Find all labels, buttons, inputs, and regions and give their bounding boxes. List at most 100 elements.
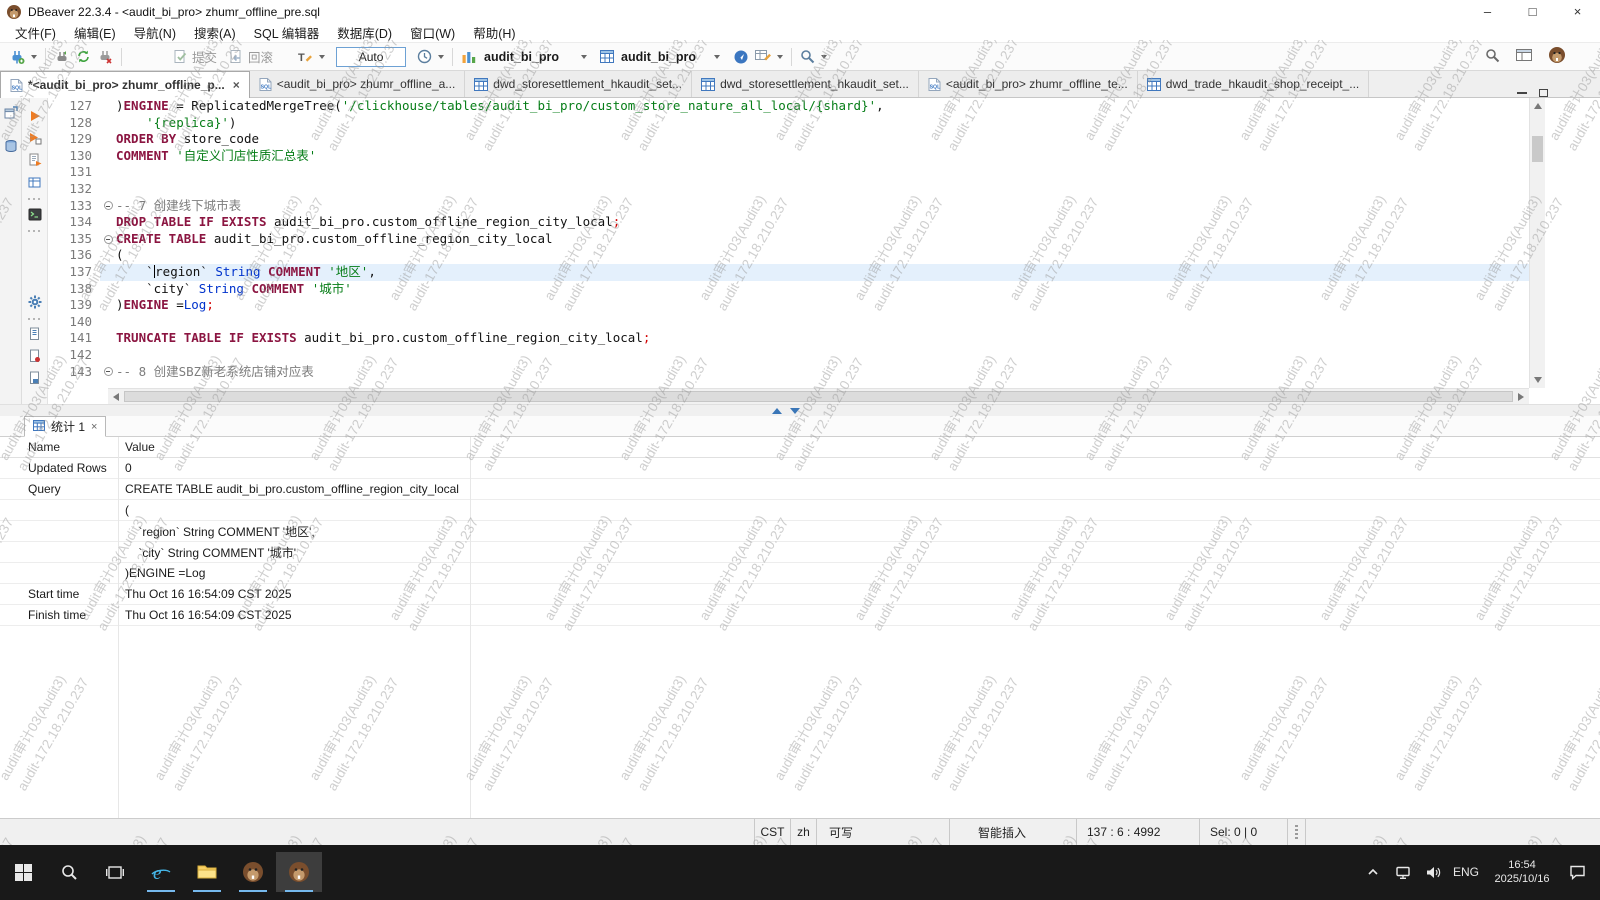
execute-script-button[interactable] — [25, 150, 45, 170]
status-insert-mode[interactable]: 智能插入 — [949, 819, 1076, 845]
edit-object-button[interactable] — [755, 46, 771, 68]
dbeaver-taskbar-icon-active[interactable] — [276, 852, 322, 892]
explain-plan-button[interactable] — [25, 172, 45, 192]
stats-row[interactable]: QueryCREATE TABLE audit_bi_pro.custom_of… — [0, 479, 1600, 500]
statistics-tab[interactable]: 统计 1 × — [24, 416, 106, 437]
search-icon[interactable] — [1485, 48, 1500, 66]
execute-statement-new-tab-button[interactable] — [25, 128, 45, 148]
scroll-right-icon[interactable] — [1518, 393, 1524, 401]
sql-format-dropdown-icon[interactable] — [319, 55, 325, 59]
file-explorer-icon[interactable] — [184, 852, 230, 892]
schema-select-dropdown-icon[interactable] — [714, 55, 720, 59]
editor-tab-3[interactable]: dwd_storesettlement_hkaudit_set... — [465, 71, 692, 97]
taskbar-search-icon[interactable] — [46, 852, 92, 892]
fold-collapse-icon[interactable] — [100, 198, 116, 215]
menu-item[interactable]: SQL 编辑器 — [245, 22, 329, 43]
editor-tab-2[interactable]: SQL<audit_bi_pro> zhumr_offline_a... — [250, 71, 466, 97]
code-line-127[interactable]: 127)ENGINE = ReplicatedMergeTree('/click… — [48, 98, 1529, 115]
scroll-down-icon[interactable] — [1534, 377, 1542, 383]
fold-collapse-icon[interactable] — [100, 231, 116, 248]
close-button[interactable]: × — [1555, 0, 1600, 23]
stats-row[interactable]: `region` String COMMENT '地区', — [0, 521, 1600, 542]
menu-item[interactable]: 导航(N) — [125, 22, 185, 43]
dbeaver-profile-icon[interactable] — [1548, 46, 1566, 67]
horizontal-scrollbar-thumb[interactable] — [124, 391, 1513, 402]
stats-row[interactable]: Updated Rows0 — [0, 458, 1600, 479]
code-line-132[interactable]: 132 — [48, 181, 1529, 198]
stats-row[interactable]: Finish timeThu Oct 16 16:54:09 CST 2025 — [0, 605, 1600, 626]
hidden-icons-chevron[interactable] — [1358, 852, 1388, 892]
internet-explorer-icon[interactable]: e — [138, 852, 184, 892]
menu-item[interactable]: 文件(F) — [6, 22, 65, 43]
database-select-dropdown-icon[interactable] — [581, 55, 587, 59]
schema-select[interactable]: audit_bi_pro — [621, 50, 696, 64]
code-line-128[interactable]: 128 '{replica}') — [48, 115, 1529, 132]
scroll-up-icon[interactable] — [1534, 103, 1542, 109]
refresh-button[interactable] — [76, 46, 91, 68]
commit-button[interactable]: 提交 — [173, 47, 217, 66]
menu-item[interactable]: 帮助(H) — [464, 22, 524, 43]
minimize-editor-icon[interactable] — [1517, 92, 1527, 94]
edit-object-dropdown-icon[interactable] — [777, 55, 783, 59]
editor-code-area[interactable]: 127)ENGINE = ReplicatedMergeTree('/click… — [48, 98, 1529, 388]
sash-collapse-up-icon[interactable] — [772, 408, 782, 414]
maximize-button[interactable]: □ — [1510, 0, 1555, 23]
search-objects-button[interactable] — [800, 46, 815, 68]
execute-statement-button[interactable] — [25, 106, 45, 126]
transaction-mode-select[interactable]: Auto — [336, 47, 406, 67]
disconnect-button[interactable] — [97, 46, 113, 68]
task-view-icon[interactable] — [92, 852, 138, 892]
code-line-130[interactable]: 130COMMENT '自定义门店性质汇总表' — [48, 148, 1529, 165]
stats-row[interactable]: Start timeThu Oct 16 16:54:09 CST 2025 — [0, 584, 1600, 605]
editor-tab-4[interactable]: dwd_storesettlement_hkaudit_set... — [692, 71, 919, 97]
stats-row[interactable]: ( — [0, 500, 1600, 521]
code-line-131[interactable]: 131 — [48, 164, 1529, 181]
code-line-141[interactable]: 141TRUNCATE TABLE IF EXISTS audit_bi_pro… — [48, 330, 1529, 347]
sql-terminal-button[interactable] — [25, 204, 45, 224]
status-caret-position[interactable]: 137 : 6 : 4992 — [1076, 819, 1199, 845]
code-line-136[interactable]: 136( — [48, 247, 1529, 264]
code-line-142[interactable]: 142 — [48, 347, 1529, 364]
transaction-log-button[interactable] — [417, 46, 432, 68]
vertical-scrollbar[interactable] — [1529, 98, 1545, 388]
code-line-134[interactable]: 134DROP TABLE IF EXISTS audit_bi_pro.cus… — [48, 214, 1529, 231]
new-connection-button[interactable] — [9, 46, 25, 68]
code-line-140[interactable]: 140 — [48, 314, 1529, 331]
status-timezone[interactable]: CST — [754, 819, 790, 845]
status-selection[interactable]: Sel: 0 | 0 — [1199, 819, 1287, 845]
restore-view-icon[interactable] — [4, 106, 18, 125]
sql-format-button[interactable]: T — [297, 46, 313, 68]
status-writable[interactable]: 可写 — [816, 819, 949, 845]
input-language-indicator[interactable]: ENG — [1448, 852, 1484, 892]
scroll-left-icon[interactable] — [113, 393, 119, 401]
statistics-tab-close-icon[interactable]: × — [91, 421, 97, 433]
menu-item[interactable]: 搜索(A) — [185, 22, 245, 43]
stats-row[interactable]: `city` String COMMENT '城市' — [0, 542, 1600, 563]
navigator-locate-button[interactable] — [733, 46, 749, 68]
action-center-icon[interactable] — [1560, 852, 1594, 892]
editor-tab-6[interactable]: dwd_trade_hkaudit_shop_receipt_... — [1138, 71, 1369, 97]
code-line-129[interactable]: 129ORDER BY store_code — [48, 131, 1529, 148]
maximize-editor-icon[interactable] — [1539, 89, 1548, 97]
editor-tab-5[interactable]: SQL<audit_bi_pro> zhumr_offline_te... — [919, 71, 1138, 97]
dbeaver-taskbar-icon[interactable] — [230, 852, 276, 892]
settings-gear-icon[interactable] — [25, 292, 45, 312]
tab-close-icon[interactable]: × — [233, 78, 240, 92]
open-script-button[interactable] — [25, 324, 45, 344]
status-grip[interactable] — [1287, 819, 1305, 845]
start-button[interactable] — [0, 852, 46, 892]
volume-icon[interactable] — [1418, 852, 1448, 892]
connect-button[interactable] — [54, 46, 70, 68]
minimize-button[interactable]: – — [1465, 0, 1510, 23]
search-objects-dropdown-icon[interactable] — [821, 55, 827, 59]
status-language[interactable]: zh — [790, 819, 816, 845]
editor-tab-1[interactable]: SQL*<audit_bi_pro> zhumr_offline_p...× — [0, 71, 250, 98]
panel-sash[interactable] — [0, 404, 1600, 416]
code-line-133[interactable]: 133-- 7 创建线下城市表 — [48, 198, 1529, 215]
sash-collapse-down-icon[interactable] — [790, 408, 800, 414]
database-select[interactable]: audit_bi_pro — [484, 50, 559, 64]
horizontal-scrollbar[interactable] — [108, 388, 1529, 404]
code-line-135[interactable]: 135CREATE TABLE audit_bi_pro.custom_offl… — [48, 231, 1529, 248]
network-icon[interactable] — [1388, 852, 1418, 892]
vertical-scrollbar-thumb[interactable] — [1532, 136, 1543, 162]
